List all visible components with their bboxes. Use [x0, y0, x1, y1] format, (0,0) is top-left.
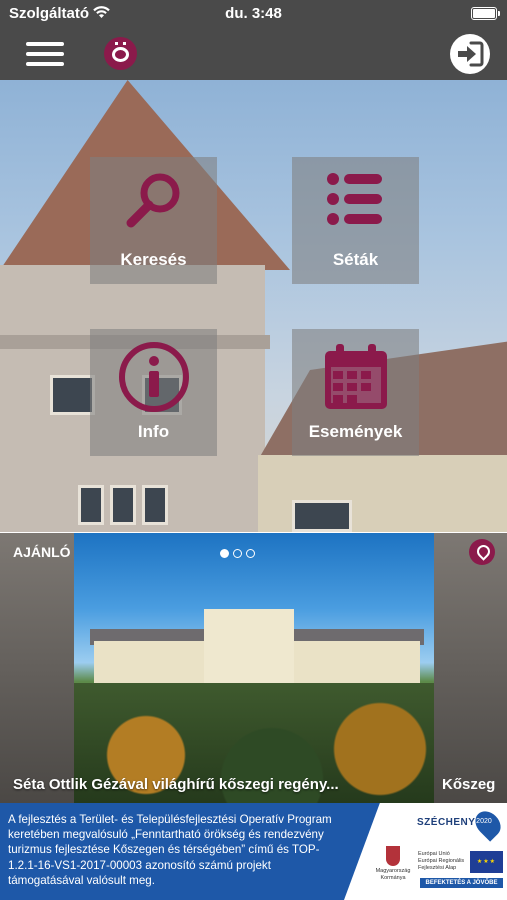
- map-pin-icon[interactable]: [469, 539, 495, 565]
- events-tile[interactable]: Események: [292, 329, 419, 456]
- hero-background-photo: Keresés Séták Info Események: [0, 80, 507, 532]
- hamburger-menu-icon[interactable]: [26, 42, 64, 66]
- status-bar: Szolgáltató du. 3:48: [0, 0, 507, 28]
- eu-flag-icon: ★★★: [470, 851, 503, 873]
- search-tile[interactable]: Keresés: [90, 157, 217, 284]
- page-dot-2[interactable]: [233, 549, 242, 558]
- battery-icon: [471, 7, 500, 20]
- clock: du. 3:48: [225, 5, 282, 22]
- events-tile-label: Események: [308, 422, 403, 441]
- next-card-title: Kőszeg: [442, 776, 496, 793]
- info-tile[interactable]: Info: [90, 329, 217, 456]
- page-dot-3[interactable]: [246, 549, 255, 558]
- recommendation-carousel[interactable]: AJÁNLÓ Séta Ottlik Gézával világhírű kős…: [0, 533, 507, 803]
- search-tile-label: Keresés: [120, 250, 187, 269]
- list-icon: [326, 173, 382, 225]
- eu-fund-label: Európai Unió Európai Regionális Fejleszt…: [418, 851, 465, 871]
- walks-tile[interactable]: Séták: [292, 157, 419, 284]
- hungary-crest-icon: [386, 846, 400, 866]
- recommend-label: AJÁNLÓ: [13, 544, 71, 560]
- info-tile-label: Info: [137, 422, 170, 441]
- login-button[interactable]: [450, 34, 490, 74]
- carousel-card-title: Séta Ottlik Gézával világhírű kőszegi re…: [13, 776, 339, 793]
- investing-future-banner: BEFEKTETÉS A JÖVŐBE: [420, 878, 503, 888]
- page-dot-1[interactable]: [220, 549, 229, 558]
- government-label: Magyarország Kormánya: [375, 868, 411, 881]
- carousel-card-previous[interactable]: AJÁNLÓ: [0, 533, 74, 803]
- search-icon: [126, 173, 179, 228]
- carousel-card-current[interactable]: [74, 533, 434, 803]
- city-crest-icon: [104, 37, 137, 70]
- carousel-card-next[interactable]: Kőszeg: [434, 533, 507, 803]
- page-indicator: [220, 545, 259, 563]
- info-icon: [118, 342, 189, 412]
- login-icon: [458, 41, 484, 67]
- pin-year: 2020: [476, 818, 492, 826]
- top-nav-bar: [0, 28, 507, 80]
- walks-tile-label: Séták: [332, 250, 379, 269]
- funding-text: A fejlesztés a Terület- és Településfejl…: [8, 813, 332, 887]
- szechenyi-label: SZÉCHENYI: [417, 817, 479, 828]
- calendar-icon: [324, 344, 387, 409]
